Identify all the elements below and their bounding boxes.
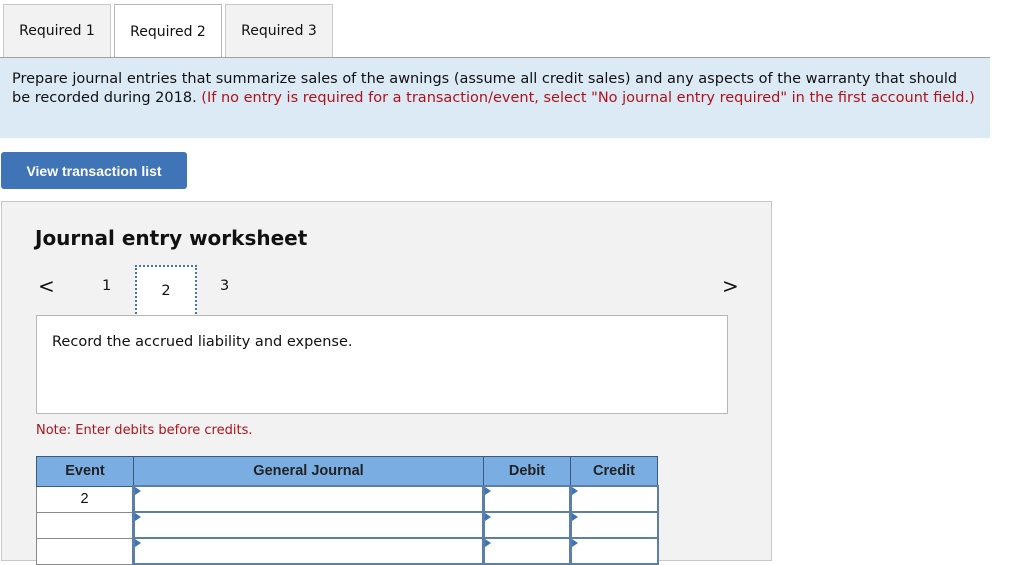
table-row: 2 (36, 485, 659, 513)
header-event: Event (36, 456, 134, 487)
table-row (36, 537, 659, 565)
page-3-button[interactable]: 3 (220, 278, 229, 294)
requirement-tabs: Required 1 Required 2 Required 3 (3, 4, 336, 59)
page-2-label: 2 (161, 283, 171, 299)
credit-input[interactable] (569, 537, 659, 565)
dropdown-marker-icon (135, 539, 141, 547)
dropdown-marker-icon (135, 513, 141, 521)
page-2-button[interactable]: 2 (135, 265, 197, 317)
account-input[interactable] (132, 485, 485, 513)
input-marker-icon (572, 487, 578, 495)
debit-input[interactable] (482, 511, 572, 539)
view-transaction-list-button[interactable]: View transaction list (1, 152, 187, 189)
credit-input[interactable] (569, 511, 659, 539)
input-marker-icon (485, 487, 491, 495)
tab-required-1[interactable]: Required 1 (3, 4, 111, 57)
entry-description: Record the accrued liability and expense… (36, 315, 728, 414)
page-1-button[interactable]: 1 (102, 278, 111, 294)
input-marker-icon (572, 513, 578, 521)
entry-description-text: Record the accrued liability and expense… (52, 334, 353, 350)
worksheet-title: Journal entry worksheet (35, 226, 308, 250)
header-credit: Credit (570, 456, 658, 487)
debit-input[interactable] (482, 537, 572, 565)
header-general-journal: General Journal (133, 456, 484, 487)
account-input[interactable] (132, 537, 485, 565)
input-marker-icon (485, 513, 491, 521)
header-debit: Debit (483, 456, 571, 487)
input-marker-icon (572, 539, 578, 547)
instructions-box: Prepare journal entries that summarize s… (0, 58, 990, 138)
table-row (36, 511, 659, 539)
dropdown-marker-icon (135, 487, 141, 495)
tab-required-3[interactable]: Required 3 (225, 4, 333, 57)
input-marker-icon (485, 539, 491, 547)
debit-credit-note: Note: Enter debits before credits. (36, 423, 253, 438)
credit-input[interactable] (569, 485, 659, 513)
chevron-left-icon[interactable]: < (38, 274, 55, 298)
instructions-note: (If no entry is required for a transacti… (201, 90, 975, 106)
tab-required-2[interactable]: Required 2 (114, 4, 222, 59)
event-cell (36, 537, 134, 565)
event-cell (36, 511, 134, 539)
chevron-right-icon[interactable]: > (722, 274, 739, 298)
account-input[interactable] (132, 511, 485, 539)
event-cell: 2 (36, 485, 134, 513)
journal-entry-worksheet: Journal entry worksheet < 1 2 3 > Record… (1, 201, 772, 565)
debit-input[interactable] (482, 485, 572, 513)
